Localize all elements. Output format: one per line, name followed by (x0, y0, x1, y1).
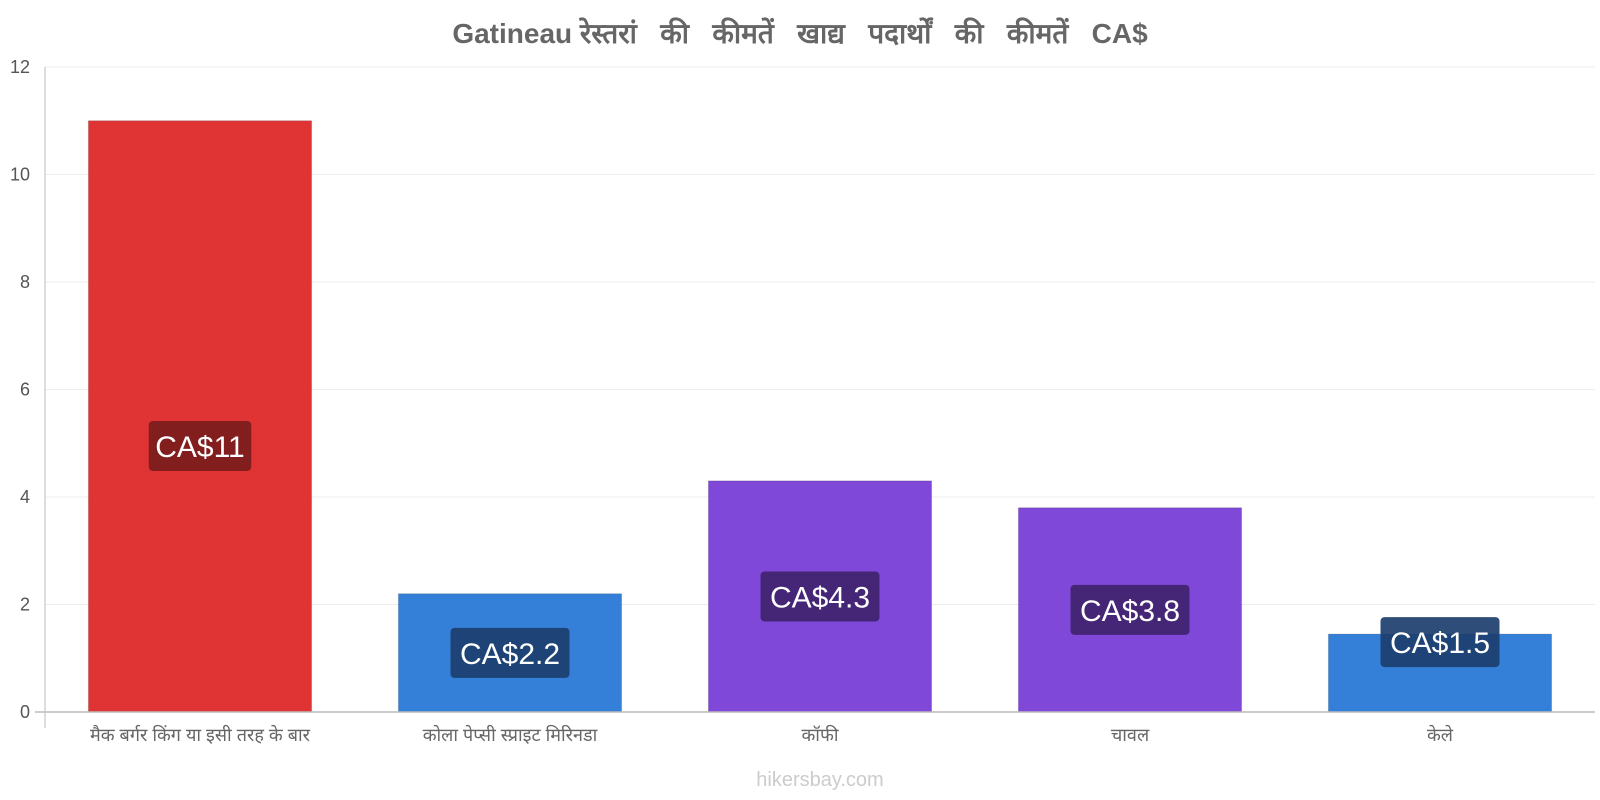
y-tick-label: 2 (20, 595, 30, 615)
data-label: CA$2.2 (460, 638, 560, 671)
y-tick-label: 0 (20, 702, 30, 722)
y-tick-label: 6 (20, 380, 30, 400)
y-tick-label: 8 (20, 272, 30, 292)
data-label: CA$1.5 (1390, 627, 1490, 660)
x-tick-label: चावल (1111, 725, 1150, 745)
y-tick-label: 12 (10, 57, 30, 77)
x-tick-label: मैक बर्गर किंग या इसी तरह के बार (90, 724, 311, 745)
x-tick-label: कोला पेप्सी स्प्राइट मिरिनडा (423, 724, 598, 745)
data-label: CA$3.8 (1080, 595, 1180, 628)
data-label: CA$11 (155, 431, 245, 464)
bar-chart: 0 2 4 6 8 10 12 मैक बर्गर किंग या इसी तरह के ब… (10, 57, 1595, 745)
x-tick-label: कॉफी (801, 724, 838, 745)
y-axis: 0 2 4 6 8 10 12 (10, 57, 46, 728)
y-tick-label: 4 (20, 487, 30, 507)
y-tick-label: 10 (10, 165, 30, 185)
x-tick-label: केले (1427, 724, 1454, 745)
watermark: hikersbay.com (756, 769, 884, 791)
data-label: CA$4.3 (770, 581, 870, 614)
bars (87, 120, 1553, 713)
bar (87, 120, 313, 713)
x-axis: मैक बर्गर किंग या इसी तरह के बार कोला पेप… (35, 711, 1595, 745)
